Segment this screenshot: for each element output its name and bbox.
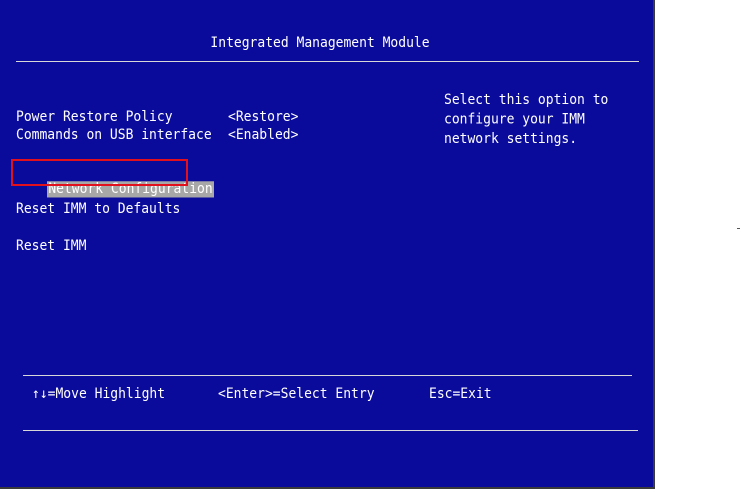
footer-select-hint: <Enter>=Select Entry <box>218 386 375 403</box>
footer-bottom-divider <box>23 430 638 431</box>
window-title: Integrated Management Module <box>210 35 430 52</box>
menu-item-reset-imm-to-defaults[interactable]: Reset IMM to Defaults <box>16 201 180 218</box>
power-restore-policy-value[interactable]: <Restore> <box>228 109 298 126</box>
bios-screen: Integrated Management Module Power Resto… <box>0 0 655 489</box>
menu-item-commands-on-usb[interactable]: Commands on USB interface <box>16 127 212 144</box>
annotation-highlight-box <box>11 159 188 186</box>
help-line: Select this option to <box>444 92 609 109</box>
footer-exit-hint: Esc=Exit <box>429 386 492 403</box>
footer-move-hint: ↑↓=Move Highlight <box>32 386 166 403</box>
help-line: network settings. <box>444 130 578 148</box>
menu-item-power-restore-policy[interactable]: Power Restore Policy <box>16 109 173 126</box>
menu-item-reset-imm[interactable]: Reset IMM <box>16 238 86 255</box>
stray-mark <box>737 228 740 229</box>
help-line: configure your IMM <box>444 111 585 128</box>
title-divider <box>16 61 639 62</box>
commands-on-usb-value[interactable]: <Enabled> <box>228 127 298 144</box>
help-text: Select this option to configure your IMM… <box>444 91 608 149</box>
footer-top-divider <box>23 375 632 376</box>
